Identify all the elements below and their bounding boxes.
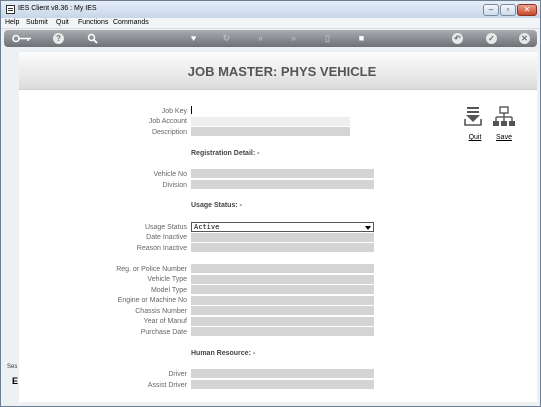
quit-button[interactable]: Quit bbox=[462, 105, 488, 145]
close-icon[interactable]: ✕ bbox=[519, 33, 530, 44]
driver-field[interactable] bbox=[191, 369, 374, 378]
purchase-date-label: Purchase Date bbox=[140, 329, 187, 336]
menu-bar: Help Submit Quit Functions Commands bbox=[1, 18, 540, 29]
reg-number-label: Reg. or Police Number bbox=[116, 266, 187, 273]
bookmark-icon[interactable]: ▯ bbox=[322, 33, 333, 44]
menu-help[interactable]: Help bbox=[5, 19, 19, 26]
title-bar: IES Client v8.36 : My IES – ▫ ✕ bbox=[1, 1, 540, 18]
vehicle-no-field[interactable] bbox=[191, 169, 374, 178]
model-type-label: Model Type bbox=[150, 287, 187, 294]
reason-inactive-label: Reason Inactive bbox=[136, 245, 187, 252]
page-title: JOB MASTER: PHYS VEHICLE bbox=[187, 64, 377, 79]
division-field[interactable] bbox=[191, 180, 374, 189]
usage-status-select[interactable]: Active bbox=[191, 222, 374, 232]
registration-section-heading: Registration Detail: - bbox=[191, 150, 260, 157]
save-label: Save bbox=[496, 134, 512, 141]
usage-status-label: Usage Status bbox=[144, 224, 187, 231]
driver-label: Driver bbox=[168, 371, 187, 378]
form-area: JOB MASTER: PHYS VEHICLE Job Key Job Acc… bbox=[19, 52, 537, 402]
job-key-label: Job Key bbox=[161, 108, 187, 115]
heart-icon[interactable]: ♥ bbox=[188, 33, 199, 44]
reason-inactive-field[interactable] bbox=[191, 243, 374, 252]
side-tab-mark: E bbox=[12, 376, 19, 386]
page-banner: JOB MASTER: PHYS VEHICLE bbox=[19, 52, 537, 90]
minimize-button[interactable]: – bbox=[483, 4, 499, 16]
search-icon[interactable] bbox=[87, 33, 98, 44]
division-label: Division bbox=[162, 182, 187, 189]
window-title: IES Client v8.36 : My IES bbox=[18, 5, 97, 12]
description-label: Description bbox=[151, 129, 187, 136]
assist-driver-field[interactable] bbox=[191, 380, 374, 389]
reg-number-field[interactable] bbox=[191, 264, 374, 273]
menu-submit[interactable]: Submit bbox=[26, 19, 48, 26]
purchase-date-field[interactable] bbox=[191, 327, 374, 336]
vehicle-type-field[interactable] bbox=[191, 275, 374, 284]
usage-status-value: Active bbox=[194, 223, 220, 231]
job-account-label: Job Account bbox=[148, 118, 187, 125]
side-tab[interactable]: Ses E bbox=[3, 364, 19, 394]
hierarchy-icon bbox=[493, 106, 515, 126]
job-key-input[interactable] bbox=[191, 106, 192, 114]
chassis-number-label: Chassis Number bbox=[135, 308, 187, 315]
model-type-field[interactable] bbox=[191, 285, 374, 294]
chassis-number-field[interactable] bbox=[191, 306, 374, 315]
usage-section-heading: Usage Status: - bbox=[191, 202, 242, 209]
vehicle-no-label: Vehicle No bbox=[153, 171, 187, 178]
menu-quit[interactable]: Quit bbox=[56, 19, 69, 26]
engine-number-label: Engine or Machine No bbox=[117, 297, 187, 304]
help-icon[interactable]: ? bbox=[53, 33, 64, 44]
engine-number-field[interactable] bbox=[191, 296, 374, 305]
human-resource-section-heading: Human Resource: - bbox=[191, 350, 256, 357]
check-icon[interactable]: ✓ bbox=[486, 33, 497, 44]
app-window: IES Client v8.36 : My IES – ▫ ✕ Help Sub… bbox=[0, 0, 541, 407]
key-icon[interactable] bbox=[12, 33, 32, 44]
assist-driver-label: Assist Driver bbox=[147, 382, 187, 389]
menu-functions[interactable]: Functions bbox=[78, 19, 108, 26]
rewind-icon[interactable]: « bbox=[255, 33, 266, 44]
vehicle-type-label: Vehicle Type bbox=[147, 276, 187, 283]
job-account-field[interactable] bbox=[191, 117, 350, 126]
date-inactive-label: Date Inactive bbox=[146, 234, 187, 241]
year-of-manuf-field[interactable] bbox=[191, 317, 374, 326]
side-tab-label: Ses bbox=[7, 364, 18, 370]
chevron-down-icon[interactable] bbox=[365, 226, 371, 230]
description-field[interactable] bbox=[191, 127, 350, 136]
toolbar: ? ♥ ↻ « » ▯ ■ ↶ ✓ ✕ bbox=[4, 30, 537, 47]
year-of-manuf-label: Year of Manuf bbox=[143, 318, 187, 325]
back-icon[interactable]: ↶ bbox=[452, 33, 463, 44]
maximize-button[interactable]: ▫ bbox=[500, 4, 516, 16]
menu-commands[interactable]: Commands bbox=[113, 19, 149, 26]
download-icon bbox=[464, 107, 482, 126]
refresh-icon[interactable]: ↻ bbox=[221, 33, 232, 44]
fast-forward-icon[interactable]: » bbox=[288, 33, 299, 44]
close-window-button[interactable]: ✕ bbox=[517, 4, 537, 16]
save-button[interactable]: Save bbox=[491, 105, 517, 145]
stop-icon[interactable]: ■ bbox=[356, 33, 367, 44]
date-inactive-field[interactable] bbox=[191, 233, 374, 242]
app-icon bbox=[6, 5, 15, 14]
quit-label: Quit bbox=[468, 134, 482, 141]
